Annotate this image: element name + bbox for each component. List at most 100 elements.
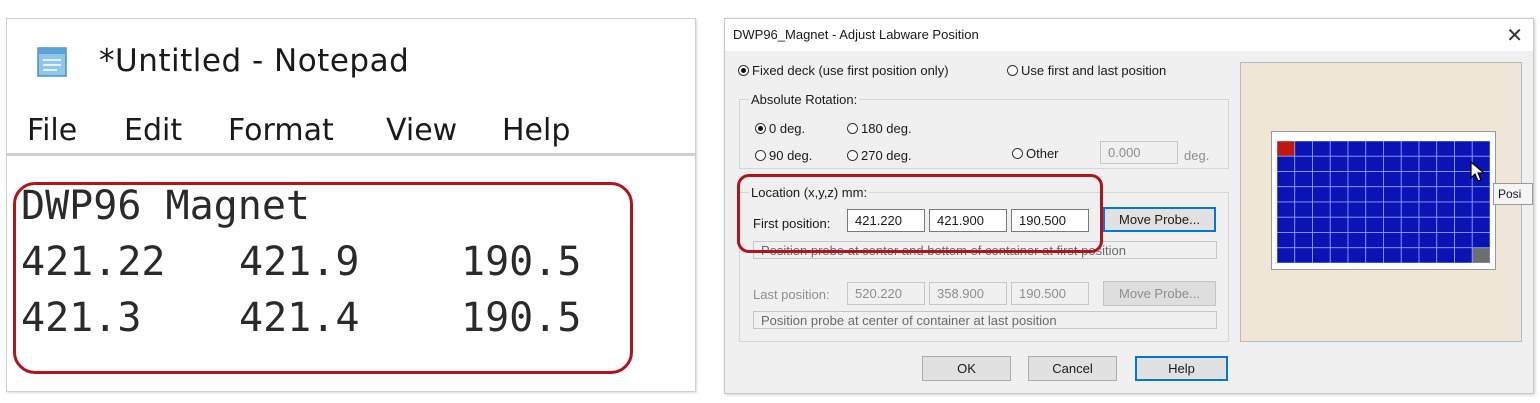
plate-well [1277, 232, 1296, 249]
well-grid [1277, 141, 1490, 263]
plate-well [1347, 171, 1367, 188]
menu-file[interactable]: File [27, 113, 77, 148]
plate-well [1294, 186, 1313, 203]
plate-well [1329, 232, 1349, 249]
plate-well [1471, 232, 1490, 249]
menu-edit[interactable]: Edit [124, 113, 182, 148]
plate-well [1418, 232, 1438, 249]
plate-well [1436, 171, 1455, 188]
cancel-button[interactable]: Cancel [1028, 356, 1117, 381]
radio-rotation-90-label: 90 deg. [769, 148, 813, 163]
plate-well [1365, 232, 1384, 249]
plate-well [1454, 201, 1473, 218]
plate-well [1400, 186, 1420, 203]
menu-divider [7, 153, 695, 156]
labware-preview: Posi [1240, 62, 1533, 342]
radio-fixed-deck-indicator [738, 65, 749, 76]
plate-well [1312, 141, 1331, 157]
plate-well [1347, 216, 1367, 233]
radio-rotation-0-indicator [755, 123, 766, 134]
adjust-labware-dialog: DWP96_Magnet - Adjust Labware Position ✕… [724, 18, 1534, 394]
radio-rotation-180-label: 180 deg. [861, 121, 912, 136]
menu-help[interactable]: Help [502, 113, 570, 148]
plate-well [1418, 155, 1438, 172]
plate-well [1347, 141, 1367, 157]
plate-well [1383, 155, 1402, 172]
notepad-window: *Untitled - Notepad File Edit Format Vie… [6, 18, 696, 392]
plate-well [1347, 201, 1367, 218]
close-icon[interactable]: ✕ [1506, 23, 1523, 48]
plate-well [1277, 141, 1296, 157]
help-button[interactable]: Help [1135, 356, 1228, 381]
plate-well [1365, 155, 1384, 172]
plate-well [1365, 201, 1384, 218]
last-move-probe-button[interactable]: Move Probe... [1103, 281, 1216, 306]
rotation-group-label: Absolute Rotation: [749, 92, 860, 107]
plate-well [1329, 216, 1349, 233]
plate-well [1365, 216, 1384, 233]
plate-well [1329, 141, 1349, 157]
plate-well [1329, 171, 1349, 188]
ok-button[interactable]: OK [922, 356, 1011, 381]
plate-well [1312, 216, 1331, 233]
plate-well [1277, 155, 1296, 172]
notepad-title: *Untitled - Notepad [99, 43, 410, 79]
plate-well [1329, 186, 1349, 203]
last-y-field[interactable]: 358.900 [929, 282, 1007, 305]
radio-rotation-180[interactable]: 180 deg. [847, 121, 912, 136]
radio-fixed-deck[interactable]: Fixed deck (use first position only) [738, 63, 949, 78]
radio-first-last[interactable]: Use first and last position [1007, 63, 1166, 78]
radio-rotation-270[interactable]: 270 deg. [847, 148, 912, 163]
plate-well [1471, 141, 1490, 157]
notepad-highlight-box [13, 182, 633, 374]
other-rotation-field[interactable]: 0.000 [1100, 141, 1178, 164]
notepad-menu-bar: File Edit Format View Help [7, 101, 695, 153]
plate-well [1312, 155, 1331, 172]
plate-well [1329, 155, 1349, 172]
last-z-field[interactable]: 190.500 [1011, 282, 1089, 305]
plate-well [1277, 201, 1296, 218]
radio-first-last-indicator [1007, 65, 1018, 76]
plate-well [1312, 201, 1331, 218]
notepad-app-icon [37, 47, 67, 77]
radio-rotation-90[interactable]: 90 deg. [755, 148, 812, 163]
plate-well [1454, 232, 1473, 249]
radio-first-last-label: Use first and last position [1021, 63, 1167, 78]
radio-rotation-180-indicator [847, 123, 858, 134]
plate-well [1400, 247, 1420, 263]
plate-well [1436, 141, 1455, 157]
plate-well [1329, 201, 1349, 218]
plate-well [1383, 141, 1402, 157]
plate-well [1294, 232, 1313, 249]
plate-well [1418, 141, 1438, 157]
radio-rotation-other[interactable]: Other [1012, 146, 1059, 161]
plate-well [1365, 141, 1384, 157]
plate-outline [1271, 131, 1496, 270]
plate-well [1347, 155, 1367, 172]
plate-well [1294, 141, 1313, 157]
radio-rotation-0[interactable]: 0 deg. [755, 121, 805, 136]
plate-well [1471, 216, 1490, 233]
plate-well [1312, 186, 1331, 203]
plate-well [1383, 201, 1402, 218]
plate-well [1383, 232, 1402, 249]
plate-well [1294, 155, 1313, 172]
plate-well [1365, 247, 1384, 263]
plate-well [1312, 232, 1331, 249]
plate-well [1436, 216, 1455, 233]
plate-well [1383, 171, 1402, 188]
plate-well [1436, 155, 1455, 172]
plate-well [1277, 171, 1296, 188]
notepad-title-bar: *Untitled - Notepad [7, 19, 695, 101]
first-move-probe-button[interactable]: Move Probe... [1103, 207, 1216, 232]
tooltip: Posi [1493, 183, 1533, 205]
menu-format[interactable]: Format [228, 113, 334, 148]
plate-well [1400, 232, 1420, 249]
plate-well [1277, 216, 1296, 233]
plate-well [1277, 186, 1296, 203]
menu-view[interactable]: View [386, 113, 457, 148]
last-x-field[interactable]: 520.220 [847, 282, 925, 305]
plate-well [1365, 171, 1384, 188]
radio-rotation-270-indicator [847, 150, 858, 161]
radio-rotation-0-label: 0 deg. [769, 121, 806, 136]
